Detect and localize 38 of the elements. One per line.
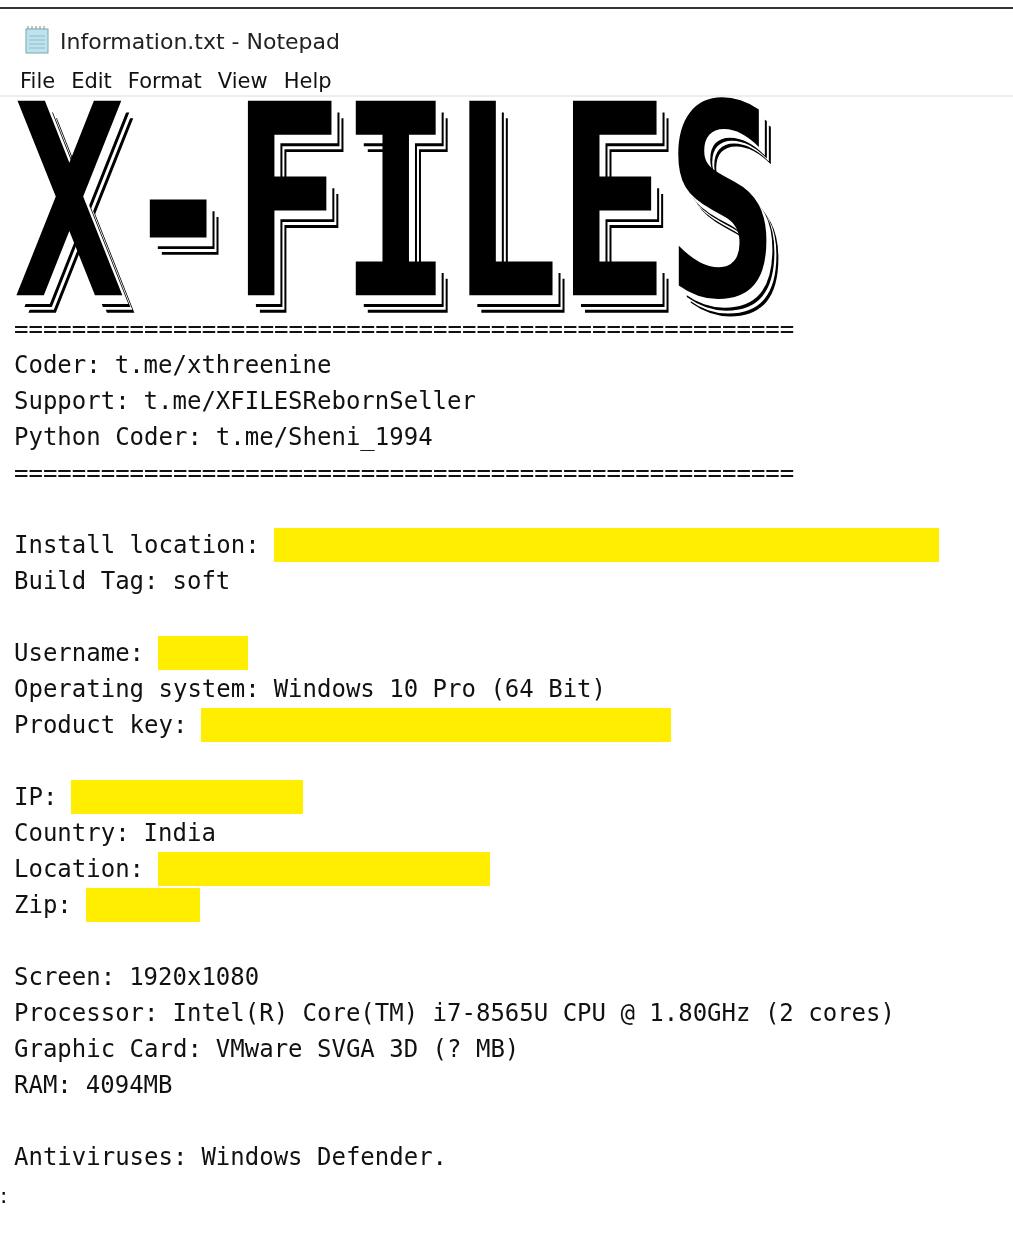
field-label: Build Tag: — [14, 566, 159, 597]
field-value: soft — [172, 566, 231, 597]
field-label: Country: — [14, 818, 130, 849]
field-label: Zip: — [14, 890, 72, 921]
field-label: Antiviruses: — [14, 1142, 188, 1173]
field-label: Support: — [14, 386, 130, 417]
field-label: Python Coder: — [14, 422, 202, 453]
separator-line: ====================================================== — [14, 458, 795, 489]
field-label: Install location: — [14, 530, 260, 561]
field-label: Screen: — [14, 962, 116, 993]
field-value: VMware SVGA 3D (? MB) — [215, 1034, 520, 1065]
field-label: Username: — [14, 638, 145, 669]
field-value: Windows Defender. — [201, 1142, 448, 1173]
field-value: t.me/xthreenine — [114, 350, 332, 381]
field-label: Location: — [14, 854, 145, 885]
window-title: Information.txt - Notepad — [60, 28, 341, 54]
menu-item[interactable]: Edit — [63, 69, 120, 95]
field-value: India — [143, 818, 216, 849]
stray-text: : — [0, 1183, 8, 1208]
field-value: t.me/Sheni_1994 — [215, 422, 433, 453]
field-value: Windows 10 Pro (64 Bit) — [273, 674, 606, 705]
notepad-icon — [22, 26, 52, 56]
separator-line: ====================================================== — [14, 314, 795, 345]
menu-item[interactable]: Format — [119, 69, 210, 95]
field-value: Intel(R) Core(TM) i7-8565U CPU @ 1.80GHz (2 cores) — [172, 998, 895, 1029]
field-label: Operating system: — [14, 674, 260, 705]
field-value: 1920x1080 — [129, 962, 260, 993]
menu-item[interactable]: Help — [275, 69, 340, 95]
field-label: Graphic Card: — [14, 1034, 202, 1065]
field-value: 4094MB — [85, 1070, 173, 1101]
field-label: Product key: — [14, 710, 188, 741]
field-value: t.me/XFILESRebornSeller — [143, 386, 476, 417]
menu-item[interactable]: View — [209, 69, 276, 95]
field-label: Processor: — [14, 998, 159, 1029]
field-label: RAM: — [14, 1070, 72, 1101]
field-label: Coder: — [14, 350, 101, 381]
field-label: IP: — [14, 782, 58, 813]
menu-item[interactable]: File — [12, 69, 64, 95]
